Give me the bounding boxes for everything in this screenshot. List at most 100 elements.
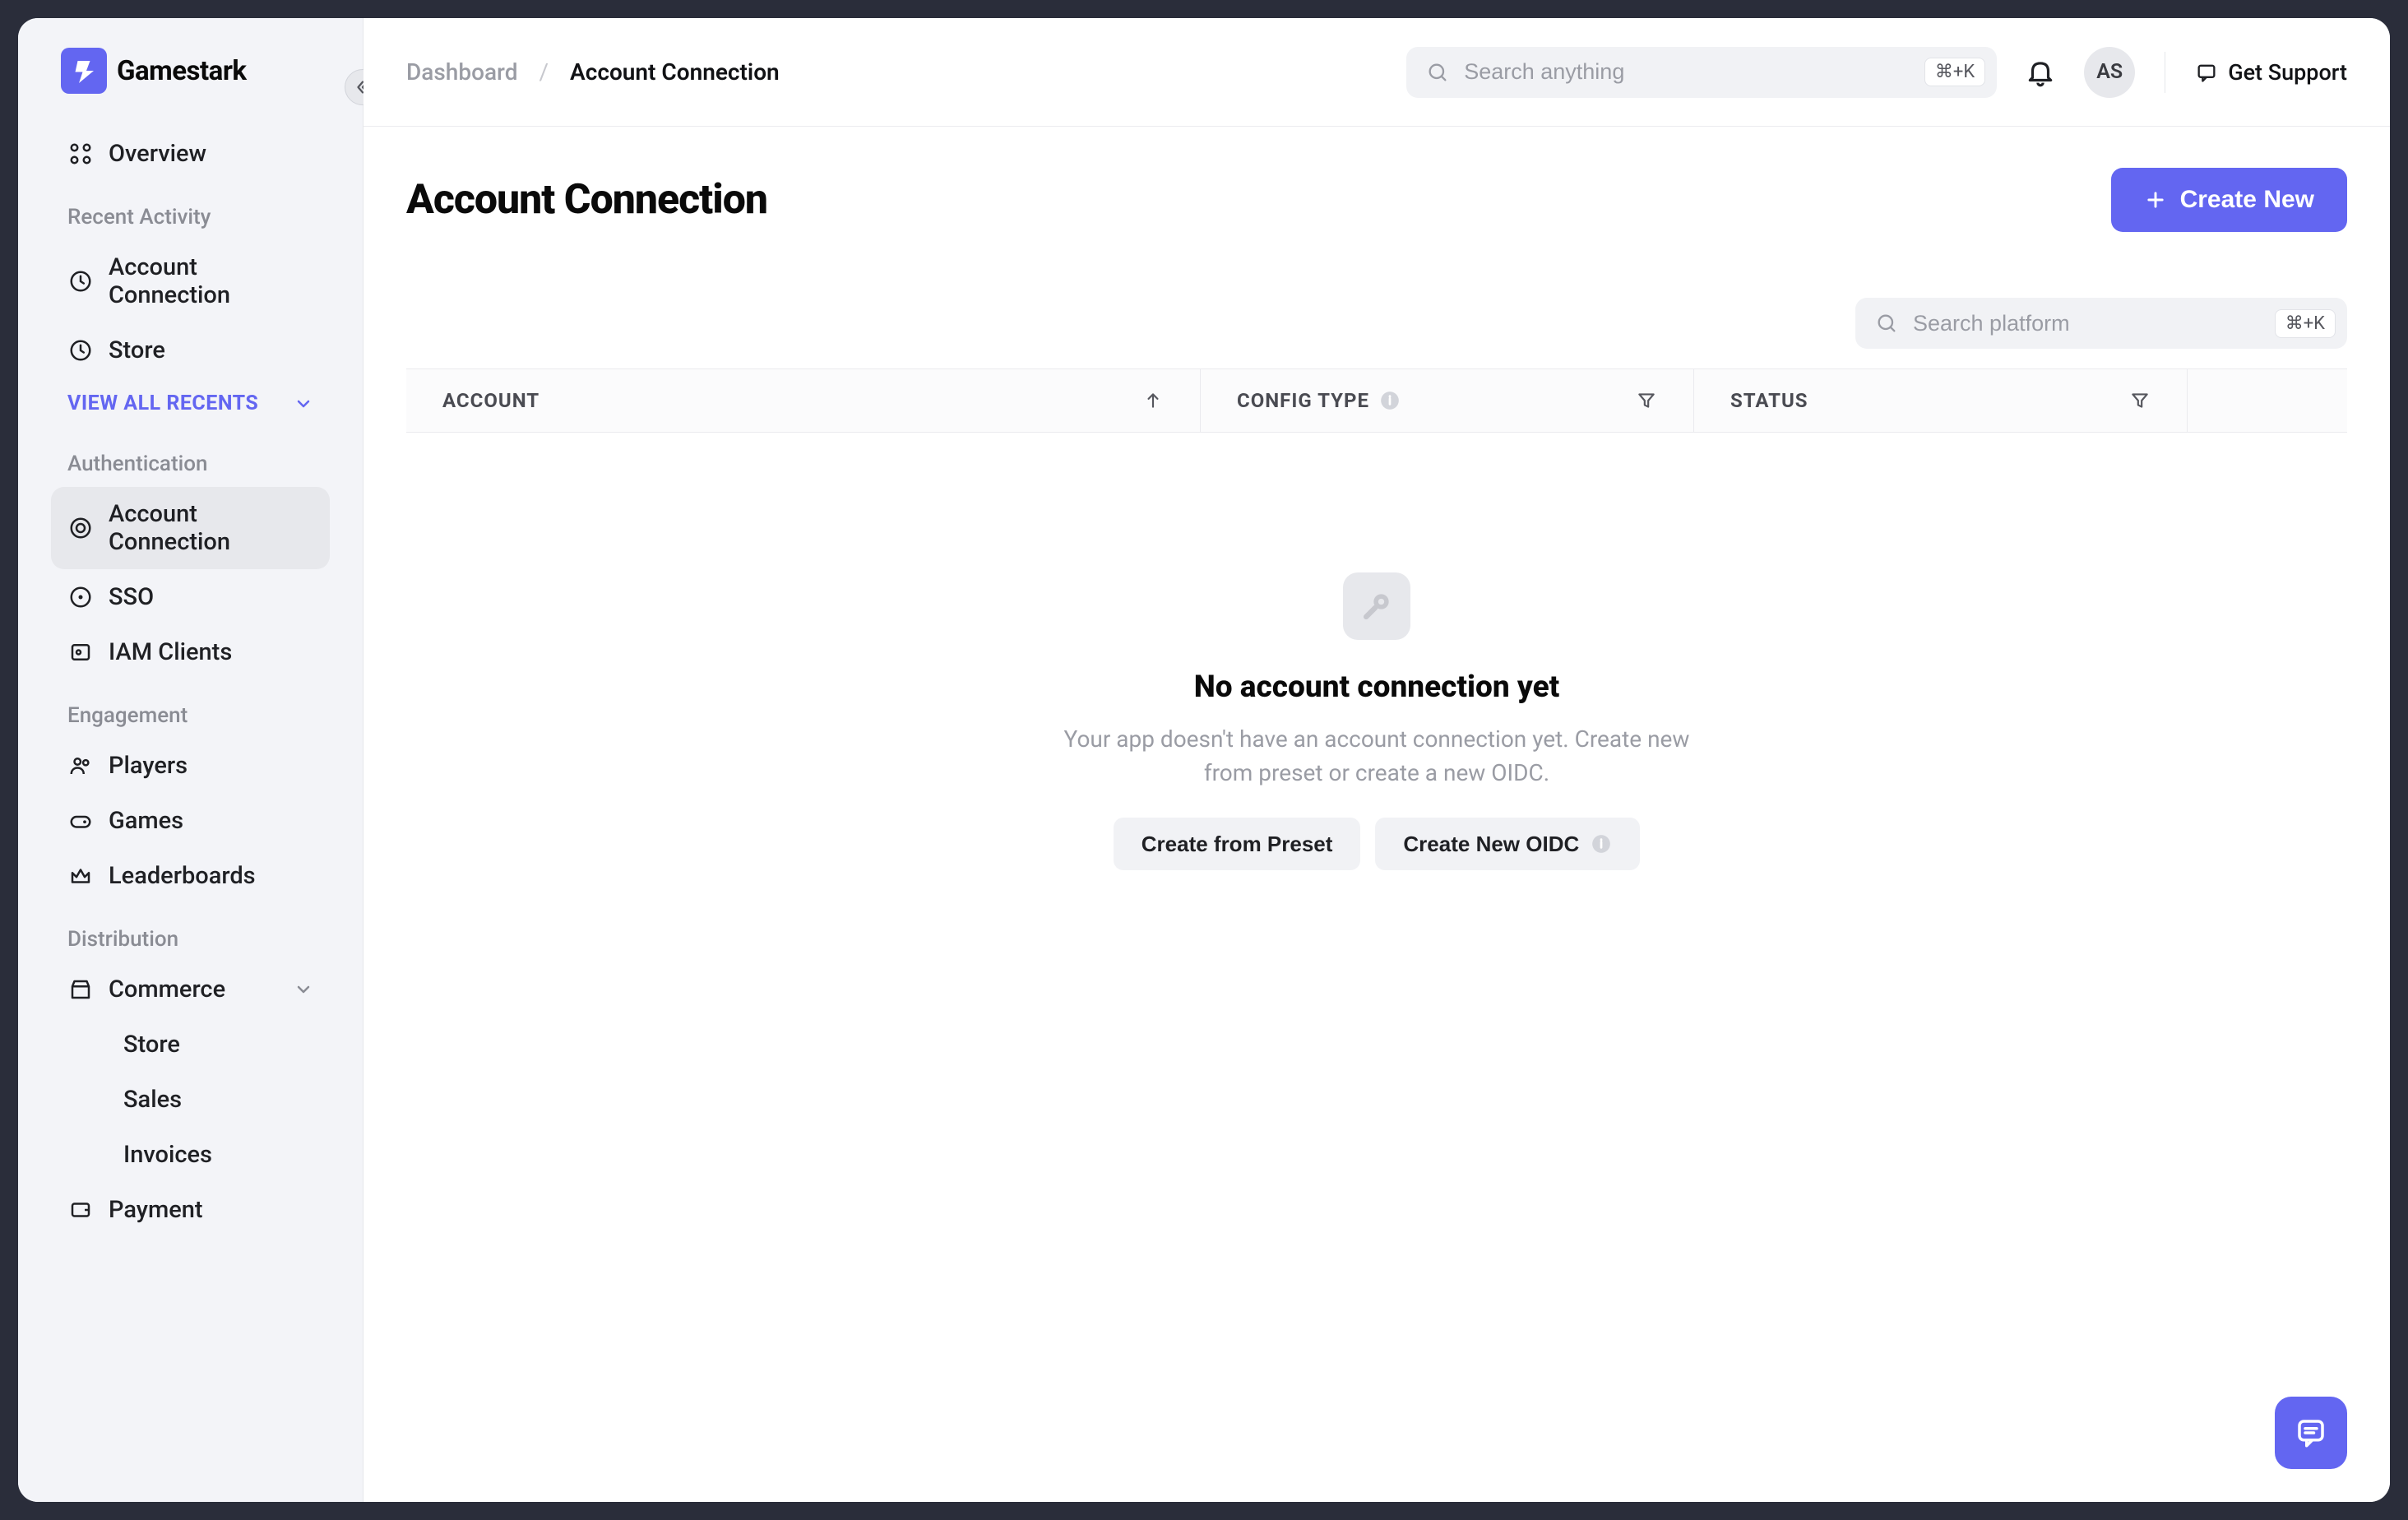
sidebar-item-overview[interactable]: Overview xyxy=(51,127,330,181)
sidebar-item-iam-clients[interactable]: IAM Clients xyxy=(51,625,330,679)
empty-title: No account connection yet xyxy=(1194,670,1560,705)
kbd-shortcut: ⌘+K xyxy=(1924,58,1985,86)
create-from-preset-button[interactable]: Create from Preset xyxy=(1114,818,1361,870)
column-config-type[interactable]: CONFIG TYPE xyxy=(1201,369,1694,432)
platform-search[interactable]: ⌘+K xyxy=(1855,298,2347,349)
breadcrumb-current: Account Connection xyxy=(570,58,780,86)
create-new-oidc-button[interactable]: Create New OIDC xyxy=(1375,818,1640,870)
users-icon xyxy=(67,753,94,779)
global-search[interactable]: ⌘+K xyxy=(1406,47,1997,98)
history-icon xyxy=(67,337,94,364)
sidebar-item-commerce[interactable]: Commerce xyxy=(51,962,330,1017)
empty-actions: Create from Preset Create New OIDC xyxy=(1114,818,1641,870)
wallet-icon xyxy=(67,1197,94,1223)
sidebar-item-label: Leaderboards xyxy=(109,862,256,890)
gamepad-icon xyxy=(67,808,94,834)
chat-icon xyxy=(2294,1416,2328,1450)
sidebar-item-label: Account Connection xyxy=(109,500,313,556)
empty-state-icon xyxy=(1343,572,1410,640)
grid-icon xyxy=(67,141,94,167)
link-broken-icon xyxy=(1359,588,1395,624)
sidebar-item-label: Account Connection xyxy=(109,253,313,309)
table-header: ACCOUNT CONFIG TYPE STATUS xyxy=(406,368,2347,433)
view-all-label: VIEW ALL RECENTS xyxy=(67,392,258,415)
sidebar-item-label: IAM Clients xyxy=(109,638,232,666)
brand-name: Gamestark xyxy=(117,55,247,87)
sidebar-item-payment[interactable]: Payment xyxy=(51,1183,330,1237)
sidebar-item-players[interactable]: Players xyxy=(51,739,330,793)
chat-fab[interactable] xyxy=(2275,1397,2347,1469)
history-icon xyxy=(67,268,94,294)
topbar: Dashboard / Account Connection ⌘+K AS xyxy=(364,18,2390,127)
breadcrumb: Dashboard / Account Connection xyxy=(406,58,780,86)
page-title: Account Connection xyxy=(406,176,767,224)
column-status[interactable]: STATUS xyxy=(1694,369,2188,432)
sidebar-item-label: Store xyxy=(109,336,165,364)
column-label: STATUS xyxy=(1730,389,1808,412)
avatar[interactable]: AS xyxy=(2084,47,2135,98)
info-icon xyxy=(1379,390,1401,411)
brand[interactable]: Gamestark xyxy=(31,48,350,94)
chevron-down-icon xyxy=(294,394,313,414)
get-support-link[interactable]: Get Support xyxy=(2195,59,2347,86)
support-label: Get Support xyxy=(2228,59,2347,86)
sidebar-sub-store[interactable]: Store xyxy=(51,1017,330,1072)
filter-row: ⌘+K xyxy=(364,268,2390,368)
search-icon xyxy=(1426,61,1449,84)
section-auth-header: Authentication xyxy=(31,429,350,486)
sidebar-item-label: Payment xyxy=(109,1196,203,1224)
sidebar-recent-store[interactable]: Store xyxy=(51,323,330,378)
empty-state: No account connection yet Your app doesn… xyxy=(364,433,2390,870)
sidebar-item-sso[interactable]: SSO xyxy=(51,570,330,624)
page-header: Account Connection Create New xyxy=(364,127,2390,268)
kbd-shortcut: ⌘+K xyxy=(2275,309,2336,338)
sidebar-item-label: Overview xyxy=(109,140,206,168)
section-recent-header: Recent Activity xyxy=(31,182,350,239)
breadcrumb-separator: / xyxy=(539,58,549,86)
sidebar-recent-account-connection[interactable]: Account Connection xyxy=(51,240,330,322)
sidebar-item-leaderboards[interactable]: Leaderboards xyxy=(51,849,330,903)
sidebar-sub-invoices[interactable]: Invoices xyxy=(51,1128,330,1182)
platform-search-input[interactable] xyxy=(1913,311,2260,336)
empty-description: Your app doesn't have an account connect… xyxy=(1056,723,1697,790)
sidebar-sub-sales[interactable]: Sales xyxy=(51,1073,330,1127)
button-label: Create from Preset xyxy=(1141,832,1333,857)
chevron-down-icon xyxy=(294,980,313,999)
sidebar: Gamestark Overview Recent Activity Accou… xyxy=(18,18,364,1502)
filter-icon xyxy=(1636,390,1657,411)
store-icon xyxy=(67,976,94,1003)
column-actions xyxy=(2188,369,2347,432)
breadcrumb-dashboard[interactable]: Dashboard xyxy=(406,58,517,86)
sidebar-item-label: Players xyxy=(109,752,188,780)
crown-icon xyxy=(67,863,94,889)
sidebar-item-games[interactable]: Games xyxy=(51,794,330,848)
column-label: CONFIG TYPE xyxy=(1237,389,1369,412)
sidebar-item-label: Commerce xyxy=(109,975,225,1003)
chat-icon xyxy=(2195,61,2218,84)
key-icon xyxy=(67,584,94,610)
section-engage-header: Engagement xyxy=(31,680,350,738)
sidebar-item-account-connection[interactable]: Account Connection xyxy=(51,487,330,569)
notifications-button[interactable] xyxy=(2025,57,2056,88)
column-account[interactable]: ACCOUNT xyxy=(406,369,1201,432)
sort-asc-icon xyxy=(1142,390,1164,411)
app-frame: Gamestark Overview Recent Activity Accou… xyxy=(18,18,2390,1502)
sidebar-item-label: Games xyxy=(109,807,183,835)
search-icon xyxy=(1875,312,1898,335)
create-new-button[interactable]: Create New xyxy=(2111,168,2347,232)
link-icon xyxy=(67,515,94,541)
info-icon xyxy=(1591,833,1612,855)
sidebar-item-label: SSO xyxy=(109,583,154,611)
id-card-icon xyxy=(67,639,94,665)
button-label: Create New OIDC xyxy=(1403,832,1579,857)
section-dist-header: Distribution xyxy=(31,904,350,962)
create-new-label: Create New xyxy=(2180,186,2314,214)
global-search-input[interactable] xyxy=(1464,59,1910,85)
bell-icon xyxy=(2025,57,2056,88)
main-content: Dashboard / Account Connection ⌘+K AS xyxy=(364,18,2390,1502)
plus-icon xyxy=(2144,188,2167,211)
view-all-recents[interactable]: VIEW ALL RECENTS xyxy=(31,378,350,429)
filter-icon xyxy=(2129,390,2151,411)
column-label: ACCOUNT xyxy=(442,389,539,412)
logo-icon xyxy=(61,48,107,94)
